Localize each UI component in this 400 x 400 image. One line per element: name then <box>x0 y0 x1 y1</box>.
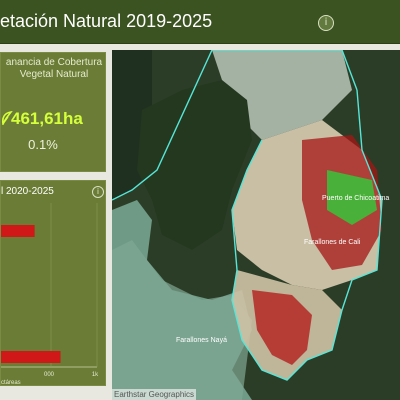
chart-card: l 2020-2025 i 000 1k ctáreas <box>0 180 106 386</box>
chart-tick-label: 1k <box>92 372 99 378</box>
map-label-chicoatima: Puerto de Chicoatima <box>322 195 389 202</box>
map-view[interactable]: Puerto de Chicoatima Farallones de Cali … <box>112 50 400 400</box>
ganancia-title-line2: Vegetal Natural <box>19 69 89 80</box>
ganancia-percent: 0.1% <box>28 137 58 152</box>
map-label-farallones-cali: Farallones de Cali <box>304 239 361 246</box>
chart-bar[interactable] <box>1 351 61 363</box>
page-title: etación Natural 2019-2025 <box>0 11 213 31</box>
ganancia-card: anancia de Cobertura Vegetal Natural 461… <box>0 52 106 172</box>
map-attribution: Earthstar Geographics <box>112 389 197 400</box>
chart-tick-label: 000 <box>44 372 55 378</box>
bar-chart: 000 1k ctáreas <box>1 203 99 386</box>
ganancia-value: 461,61ha <box>11 109 83 128</box>
map-label-farallones-naya: Farallones Nayá <box>176 337 227 344</box>
chart-bar[interactable] <box>1 225 35 237</box>
info-icon[interactable]: i <box>318 15 334 31</box>
map-canvas[interactable]: Puerto de Chicoatima Farallones de Cali … <box>112 50 400 400</box>
chart-x-label: ctáreas <box>1 380 21 386</box>
ganancia-title-line1: anancia de Cobertura <box>5 57 103 68</box>
app-header: etación Natural 2019-2025 i <box>0 0 400 44</box>
ganancia-title: anancia de Cobertura Vegetal Natural <box>1 57 107 81</box>
